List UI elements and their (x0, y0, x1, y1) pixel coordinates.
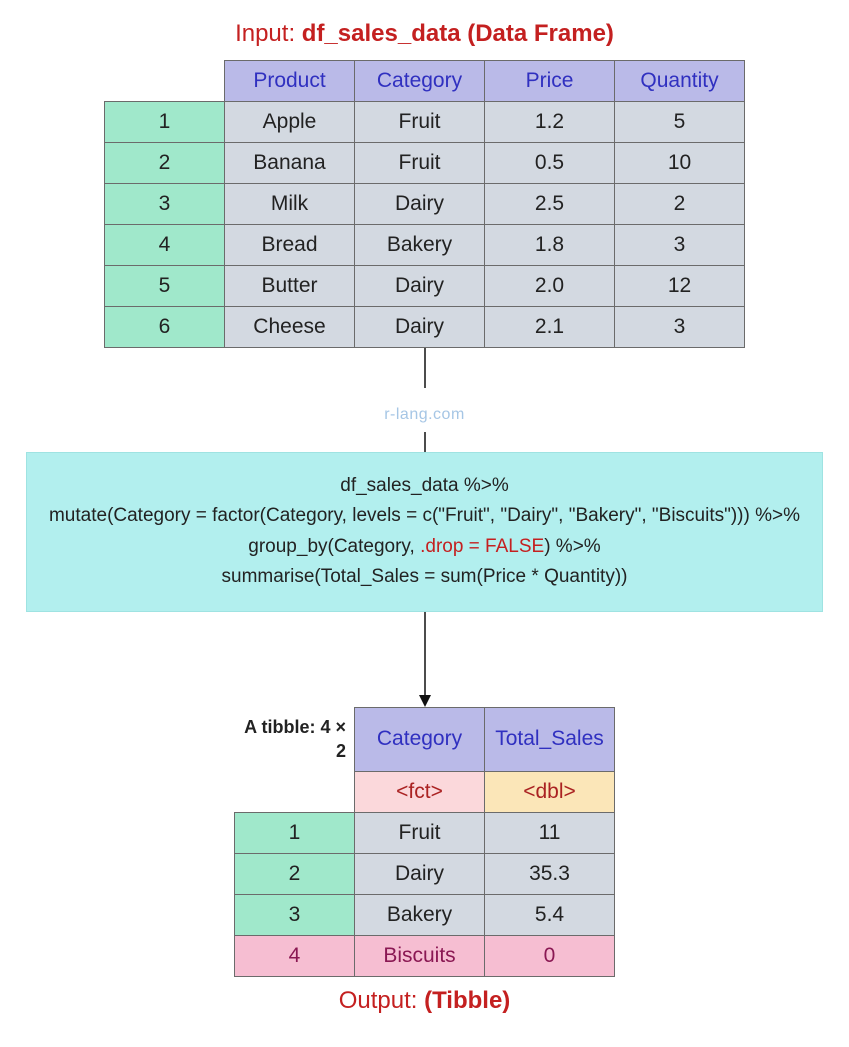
cell: 1.2 (485, 102, 615, 143)
cell: 5 (615, 102, 745, 143)
table-row: 1 Apple Fruit 1.2 5 (105, 102, 745, 143)
cell: 35.3 (485, 853, 615, 894)
tibble-label: A tibble: 4 × 2 (244, 717, 346, 761)
cell: Milk (225, 184, 355, 225)
row-index: 2 (235, 853, 355, 894)
cell: 2.5 (485, 184, 615, 225)
cell: Fruit (355, 812, 485, 853)
code-highlight: .drop = FALSE (420, 536, 544, 557)
table-row: 5 Butter Dairy 2.0 12 (105, 266, 745, 307)
input-label: Input: (235, 20, 302, 47)
connector-line-top (20, 348, 829, 388)
input-title: Input: df_sales_data (Data Frame) (20, 20, 829, 48)
corner-cell (105, 61, 225, 102)
output-wrap: A tibble: 4 × 2 Category Total_Sales <fc… (234, 707, 615, 977)
code-text: ) %>% (544, 536, 601, 557)
table-row: 4 Bread Bakery 1.8 3 (105, 225, 745, 266)
col-type: <dbl> (485, 771, 615, 812)
col-header: Quantity (615, 61, 745, 102)
table-row: 3 Bakery 5.4 (235, 894, 615, 935)
input-name: df_sales_data (Data Frame) (302, 20, 614, 47)
cell: Fruit (355, 102, 485, 143)
row-index: 1 (235, 812, 355, 853)
cell: 3 (615, 307, 745, 348)
row-index: 4 (105, 225, 225, 266)
cell: 0 (485, 935, 615, 976)
output-table: A tibble: 4 × 2 Category Total_Sales <fc… (234, 707, 615, 977)
cell: Bread (225, 225, 355, 266)
cell: Apple (225, 102, 355, 143)
output-title: Output: (Tibble) (20, 987, 829, 1015)
code-line: group_by(Category, .drop = FALSE) %>% (37, 532, 812, 562)
table-row: 2 Dairy 35.3 (235, 853, 615, 894)
col-header: Product (225, 61, 355, 102)
arrow-line-icon (422, 348, 428, 388)
table-row: 3 Milk Dairy 2.5 2 (105, 184, 745, 225)
row-index: 1 (105, 102, 225, 143)
row-index: 3 (235, 894, 355, 935)
cell: 2.0 (485, 266, 615, 307)
code-line: df_sales_data %>% (37, 471, 812, 501)
row-index: 2 (105, 143, 225, 184)
row-index: 4 (235, 935, 355, 976)
cell: 2.1 (485, 307, 615, 348)
cell: 12 (615, 266, 745, 307)
code-box: df_sales_data %>% mutate(Category = fact… (26, 452, 823, 612)
col-header: Category (355, 707, 485, 771)
table-row: 2 Banana Fruit 0.5 10 (105, 143, 745, 184)
cell: Dairy (355, 266, 485, 307)
watermark-text: r-lang.com (20, 406, 829, 424)
row-index: 3 (105, 184, 225, 225)
table-row: 4 Biscuits 0 (235, 935, 615, 976)
cell: Butter (225, 266, 355, 307)
code-line: summarise(Total_Sales = sum(Price * Quan… (37, 562, 812, 592)
arrow-line-icon (422, 432, 428, 452)
output-header-row: A tibble: 4 × 2 Category Total_Sales (235, 707, 615, 771)
cell: Dairy (355, 853, 485, 894)
cell: Cheese (225, 307, 355, 348)
table-row: 1 Fruit 11 (235, 812, 615, 853)
table-row: 6 Cheese Dairy 2.1 3 (105, 307, 745, 348)
output-name: (Tibble) (424, 987, 510, 1014)
cell: Biscuits (355, 935, 485, 976)
cell: 11 (485, 812, 615, 853)
cell: 1.8 (485, 225, 615, 266)
cell: Bakery (355, 225, 485, 266)
connector-arrow-bottom (20, 612, 829, 707)
connector-line-mid (20, 432, 829, 452)
cell: Fruit (355, 143, 485, 184)
input-table: Product Category Price Quantity 1 Apple … (104, 60, 745, 348)
cell: 10 (615, 143, 745, 184)
tibble-dimension: A tibble: 4 × 2 (235, 707, 355, 771)
output-type-row: <fct> <dbl> (235, 771, 615, 812)
cell: 5.4 (485, 894, 615, 935)
cell: 3 (615, 225, 745, 266)
cell: Bakery (355, 894, 485, 935)
corner-cell (235, 771, 355, 812)
cell: 0.5 (485, 143, 615, 184)
row-index: 5 (105, 266, 225, 307)
cell: Banana (225, 143, 355, 184)
input-header-row: Product Category Price Quantity (105, 61, 745, 102)
col-header: Category (355, 61, 485, 102)
output-label: Output: (339, 987, 424, 1014)
col-header: Total_Sales (485, 707, 615, 771)
code-line: mutate(Category = factor(Category, level… (37, 501, 812, 531)
cell: 2 (615, 184, 745, 225)
cell: Dairy (355, 184, 485, 225)
row-index: 6 (105, 307, 225, 348)
col-header: Price (485, 61, 615, 102)
cell: Dairy (355, 307, 485, 348)
code-text: group_by(Category, (248, 536, 420, 557)
col-type: <fct> (355, 771, 485, 812)
arrow-down-icon (417, 612, 433, 707)
